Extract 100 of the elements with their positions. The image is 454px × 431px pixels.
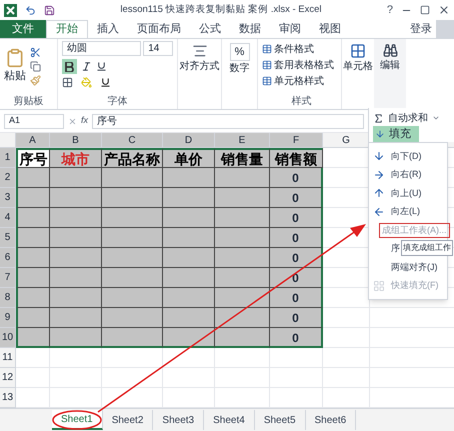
menu-item[interactable]: 序 xyxy=(391,242,400,256)
table-style-icon xyxy=(262,44,272,54)
sign-in-link[interactable]: 登录 xyxy=(410,20,436,38)
menu-item[interactable]: 向右(R) xyxy=(391,168,422,182)
annotation-ellipse xyxy=(52,410,102,430)
styles-menu-item[interactable]: 条件格式 xyxy=(274,42,314,56)
sheet-tab[interactable]: Sheet3 xyxy=(153,410,204,430)
row-header[interactable]: 9 xyxy=(0,308,16,328)
maximize-icon[interactable] xyxy=(420,5,430,15)
row-header[interactable]: 12 xyxy=(0,368,16,388)
grid-cell[interactable] xyxy=(215,348,270,368)
table-cell xyxy=(215,228,270,248)
editing-button[interactable]: 编辑 xyxy=(380,58,400,73)
italic-icon[interactable] xyxy=(81,61,92,72)
grid-cell[interactable] xyxy=(323,368,370,388)
name-box[interactable]: A1 xyxy=(4,114,64,128)
sigma-icon[interactable] xyxy=(373,112,384,124)
close-icon[interactable] xyxy=(438,4,450,16)
row-header[interactable]: 1 xyxy=(0,148,16,168)
column-header[interactable]: C xyxy=(102,133,163,147)
bold-button[interactable] xyxy=(62,59,77,74)
autosum-button[interactable]: 自动求和 xyxy=(388,110,428,126)
clipboard-icon[interactable] xyxy=(5,48,25,68)
menu-item[interactable]: 向下(D) xyxy=(391,150,422,163)
formula-field[interactable]: 序号 xyxy=(92,114,364,128)
menu-item[interactable]: 两端对齐(J) xyxy=(391,260,438,274)
sheet-tab[interactable]: Sheet2 xyxy=(102,410,154,430)
table-cell xyxy=(215,308,270,328)
grid-cell[interactable] xyxy=(270,368,323,388)
undo-icon[interactable] xyxy=(25,4,36,16)
sheet-tab[interactable]: Sheet6 xyxy=(306,410,356,430)
paste-button[interactable]: 粘贴 xyxy=(4,68,26,85)
row-header[interactable]: 7 xyxy=(0,268,16,288)
help-button[interactable]: ? xyxy=(386,2,393,18)
row-header[interactable]: 3 xyxy=(0,188,16,208)
table-cell xyxy=(102,188,163,208)
grid-cell[interactable] xyxy=(102,348,163,368)
binoculars-icon[interactable] xyxy=(382,43,398,58)
table-cell xyxy=(215,248,270,268)
grid-cell[interactable] xyxy=(215,368,270,388)
styles-menu-item[interactable]: 套用表格格式 xyxy=(274,58,334,72)
grid-cell[interactable] xyxy=(16,368,50,388)
row-header[interactable]: 5 xyxy=(0,228,16,248)
scissors-icon[interactable] xyxy=(30,47,41,58)
grid-cell[interactable] xyxy=(163,348,215,368)
fill-button[interactable]: 填充 xyxy=(373,126,419,142)
grid-cell[interactable] xyxy=(323,308,370,328)
grid-cell[interactable] xyxy=(16,348,50,368)
grid-cell[interactable] xyxy=(50,348,102,368)
font-size-field[interactable]: 14 xyxy=(143,41,173,56)
ribbon-tab[interactable]: 公式 xyxy=(190,20,230,38)
fx-button[interactable]: fx xyxy=(81,114,88,128)
menu-item[interactable]: 向上(U) xyxy=(391,186,422,200)
paintbrush-icon[interactable] xyxy=(30,75,41,86)
number-button[interactable]: 数字 xyxy=(230,61,250,76)
row-header[interactable]: 2 xyxy=(0,168,16,188)
underline-icon[interactable] xyxy=(96,61,107,72)
column-header[interactable]: A xyxy=(16,133,50,147)
grid-cell[interactable] xyxy=(102,368,163,388)
cells-icon[interactable] xyxy=(350,43,366,59)
sheet-tab[interactable]: Sheet5 xyxy=(254,410,306,430)
table-cell xyxy=(50,188,102,208)
save-icon[interactable] xyxy=(44,4,55,16)
grid-cell[interactable] xyxy=(323,348,370,368)
column-header[interactable]: E xyxy=(215,133,270,147)
column-header[interactable]: D xyxy=(163,133,215,147)
font-name-field[interactable]: 幼圆 xyxy=(62,41,142,56)
grid-cell[interactable] xyxy=(50,368,102,388)
ribbon-tab[interactable]: 审阅 xyxy=(270,20,310,38)
row-header[interactable]: 10 xyxy=(0,328,16,348)
ribbon-tab[interactable]: 数据 xyxy=(230,20,270,38)
ribbon-tab[interactable]: 视图 xyxy=(310,20,350,38)
column-header[interactable]: F xyxy=(270,133,323,147)
copy-icon[interactable] xyxy=(30,61,41,72)
grid-cell[interactable] xyxy=(163,368,215,388)
alignment-icon[interactable] xyxy=(192,43,208,59)
alignment-button[interactable]: 对齐方式 xyxy=(180,59,220,74)
table-cell xyxy=(163,328,215,348)
table-cell xyxy=(102,168,163,188)
grid-cell[interactable] xyxy=(270,348,323,368)
table-cell: 产品名称 xyxy=(102,148,163,168)
styles-menu-item[interactable]: 单元格样式 xyxy=(274,74,324,88)
grid-cell[interactable] xyxy=(323,328,370,348)
borders-icon[interactable] xyxy=(62,77,73,88)
ribbon-tab[interactable]: 插入 xyxy=(88,20,128,38)
sheet-tab[interactable]: Sheet4 xyxy=(204,410,255,430)
file-tab[interactable]: 文件 xyxy=(0,20,46,38)
menu-item[interactable]: 向左(L) xyxy=(391,205,420,218)
table-cell xyxy=(102,248,163,268)
column-header[interactable]: B xyxy=(50,133,102,147)
cells-button[interactable]: 单元格 xyxy=(343,59,373,74)
fill-color-icon[interactable] xyxy=(81,77,92,88)
ribbon-tab[interactable]: 页面布局 xyxy=(128,20,190,38)
row-header[interactable]: 13 xyxy=(0,388,16,408)
row-header[interactable]: 11 xyxy=(0,348,16,368)
row-header[interactable]: 4 xyxy=(0,208,16,228)
row-header[interactable]: 8 xyxy=(0,288,16,308)
row-header[interactable]: 6 xyxy=(0,248,16,268)
percent-icon[interactable]: % xyxy=(230,43,250,61)
ribbon-tab[interactable]: 开始 xyxy=(46,20,88,38)
